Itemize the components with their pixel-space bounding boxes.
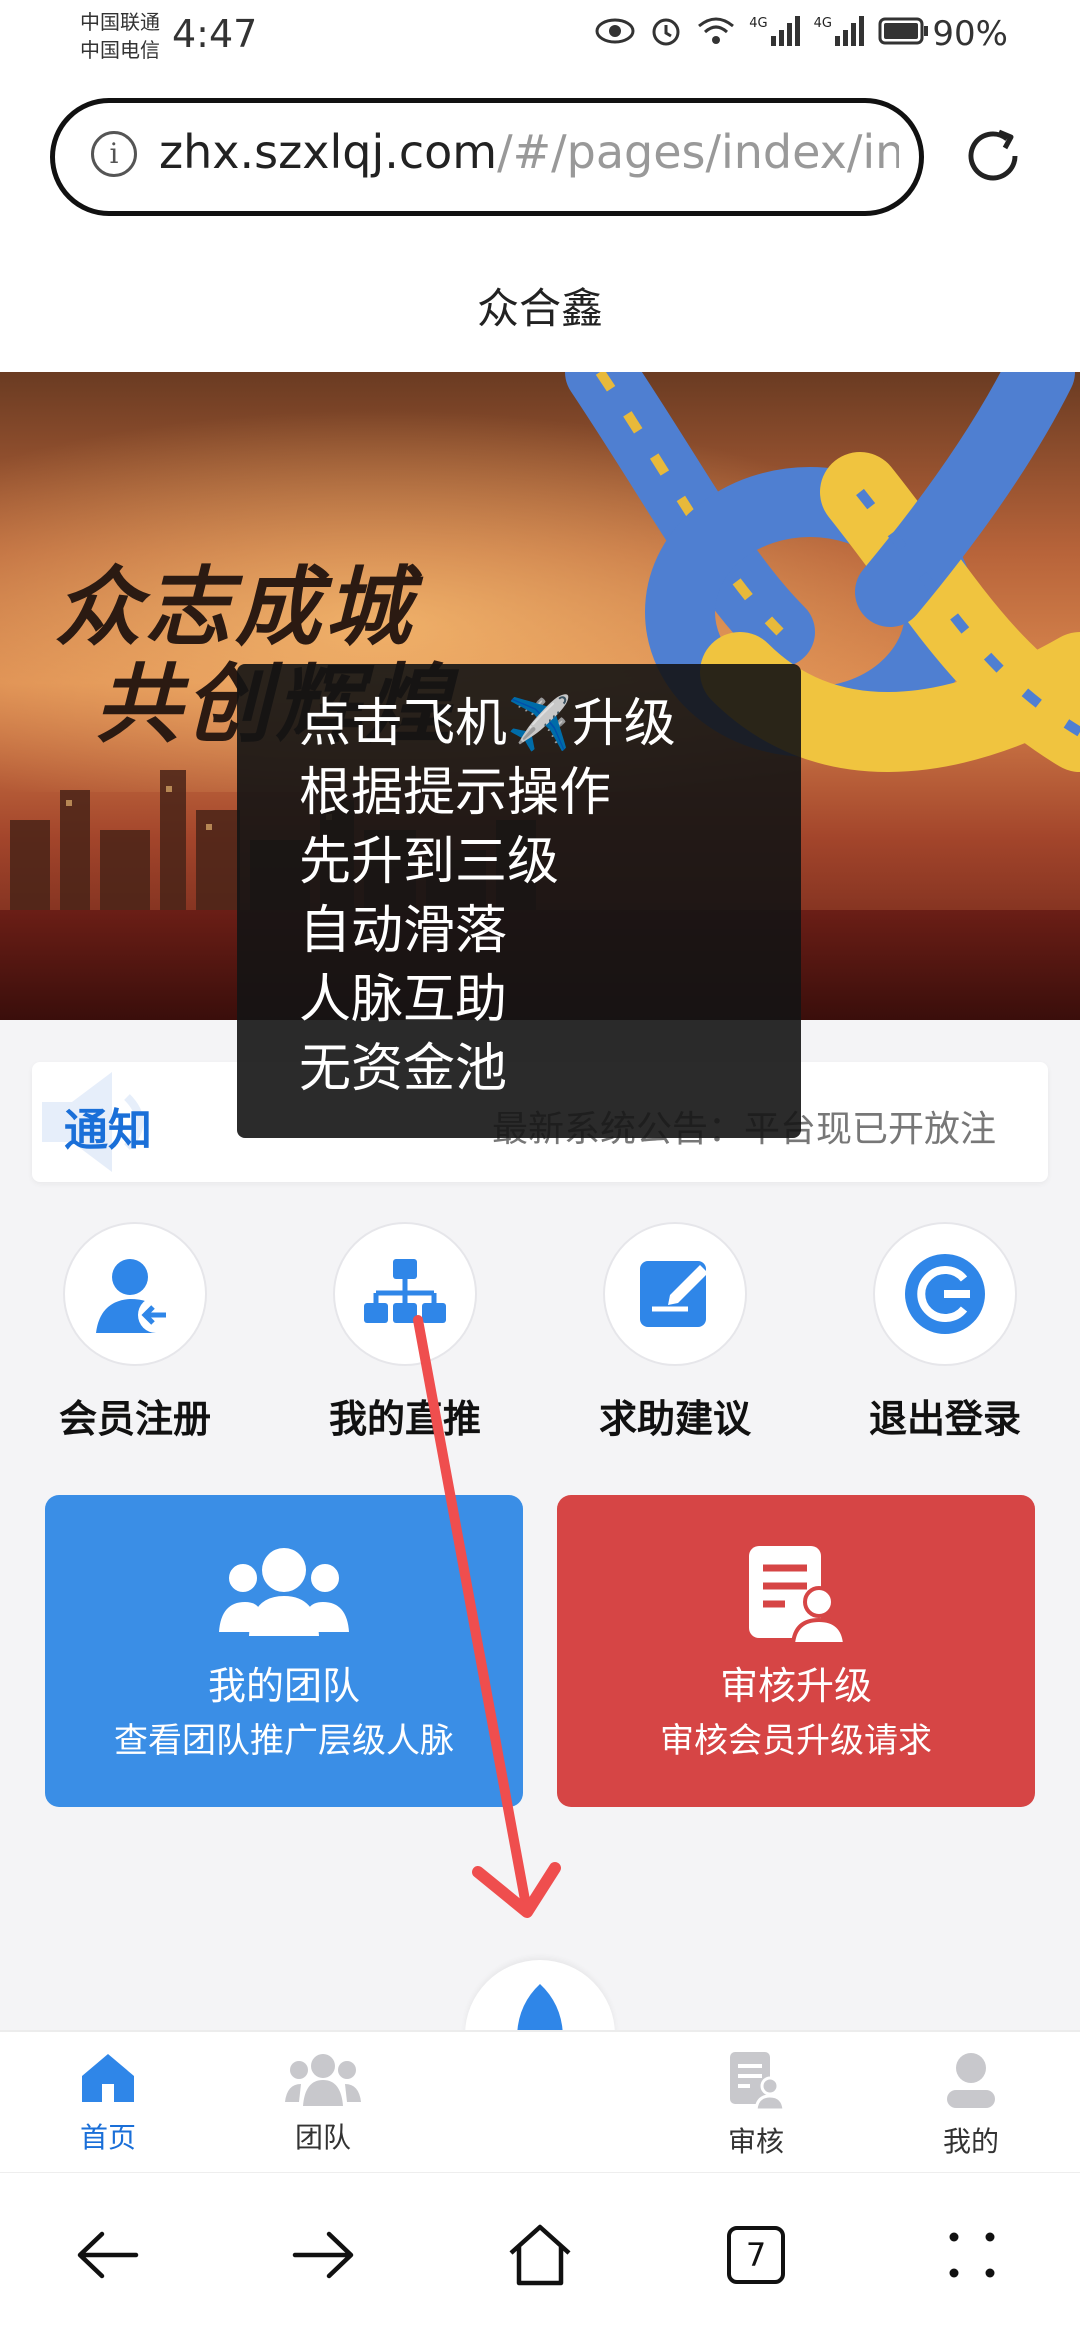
home-button[interactable] [500,2215,580,2295]
carrier-info: 中国联通 中国电信 [80,8,160,64]
browser-nav-bar: 7 [0,2172,1080,2340]
quick-icon-circle [63,1222,207,1366]
status-bar: 中国联通 中国电信 4:47 4G 4G 90% [0,0,1080,80]
url-text[interactable]: zhx.szxlqj.com/#/pages/index/ind [159,125,899,179]
tab-review[interactable]: 审核 [676,2050,836,2160]
review-upgrade-card[interactable]: 审核升级 审核会员升级请求 [557,1495,1035,1807]
review-tab-icon [730,2052,786,2112]
home-outline-icon [509,2224,571,2286]
address-bar[interactable]: i zhx.szxlqj.com/#/pages/index/ind [50,98,924,216]
back-button[interactable] [68,2215,148,2295]
quick-label: 会员注册 [58,1397,211,1441]
quick-member-register[interactable]: 会员注册 [35,1222,235,1443]
tab-label: 审核 [727,2125,784,2158]
tab-label: 团队 [294,2121,351,2154]
tabs-button[interactable]: 7 [716,2215,796,2295]
network-type-1: 4G [749,16,768,31]
reload-icon[interactable] [955,118,1031,194]
quick-label: 求助建议 [598,1397,751,1441]
url-host: zhx.szxlqj.com [159,125,498,179]
signal-1-icon [770,16,800,46]
overlay-line: 自动滑落 [299,901,508,961]
quick-label: 我的直推 [328,1397,481,1441]
team-tab-icon [285,2054,361,2106]
wifi-icon [698,17,735,44]
status-icons: 4G 4G [595,14,930,48]
alarm-icon [652,18,680,46]
overlay-line: 点击飞机✈️升级 [299,694,676,754]
info-icon[interactable]: i [91,131,137,177]
page-title: 众合鑫 [476,284,603,333]
more-dots-icon [949,2232,995,2278]
battery-icon [878,17,928,45]
instruction-overlay: 点击飞机✈️升级 根据提示操作 先升到三级 自动滑落 人脉互助 无资金池 [237,664,801,1138]
quick-label: 退出登录 [868,1397,1021,1441]
home-icon [82,2054,134,2102]
forward-button[interactable] [283,2215,363,2295]
quick-logout[interactable]: 退出登录 [845,1222,1045,1443]
signal-2-icon [835,16,864,46]
quick-icon-circle [603,1222,747,1366]
overlay-line: 无资金池 [299,1039,508,1099]
quick-help-feedback[interactable]: 求助建议 [575,1222,775,1443]
card-subtitle: 查看团队推广层级人脉 [114,1721,454,1761]
arrow-right-icon [292,2231,354,2279]
tab-home[interactable]: 首页 [28,2050,188,2156]
battery-percent: 90% [932,14,1008,54]
team-icon [219,1548,349,1636]
arrow-left-icon [77,2231,139,2279]
my-team-card[interactable]: 我的团队 查看团队推广层级人脉 [45,1495,523,1807]
quick-my-referrals[interactable]: 我的直推 [305,1222,505,1443]
tab-label: 首页 [79,2121,136,2154]
profile-icon [947,2053,995,2108]
review-doc-icon [749,1546,848,1646]
more-menu-button[interactable] [932,2215,1012,2295]
org-chart-icon [364,1259,446,1323]
tab-label: 我的 [942,2125,999,2158]
overlay-line: 先升到三级 [299,832,560,892]
logout-g-icon [905,1254,985,1334]
signal-2: 4G [814,16,864,46]
overlay-line: 根据提示操作 [299,763,612,823]
network-type-2: 4G [813,16,832,31]
tab-count: 7 [727,2226,785,2284]
edit-note-icon [640,1261,708,1327]
user-enter-icon [96,1259,174,1333]
carrier-1: 中国联通 [80,10,160,34]
signal-1: 4G [749,16,800,46]
bottom-tab-bar: 首页 团队 审核 我的 [0,2030,1080,2170]
tab-team[interactable]: 团队 [243,2050,403,2156]
url-path: /#/pages/index/ind [497,125,899,179]
card-title: 我的团队 [207,1664,360,1708]
tab-mine[interactable]: 我的 [891,2050,1051,2160]
status-time: 4:47 [172,12,258,56]
notice-label: 通知 [64,1105,152,1156]
carrier-2: 中国电信 [80,38,160,62]
eye-icon [595,18,635,44]
card-subtitle: 审核会员升级请求 [660,1721,932,1761]
quick-icon-circle [873,1222,1017,1366]
quick-icon-circle [333,1222,477,1366]
overlay-line: 人脉互助 [299,970,508,1030]
card-title: 审核升级 [719,1664,872,1708]
